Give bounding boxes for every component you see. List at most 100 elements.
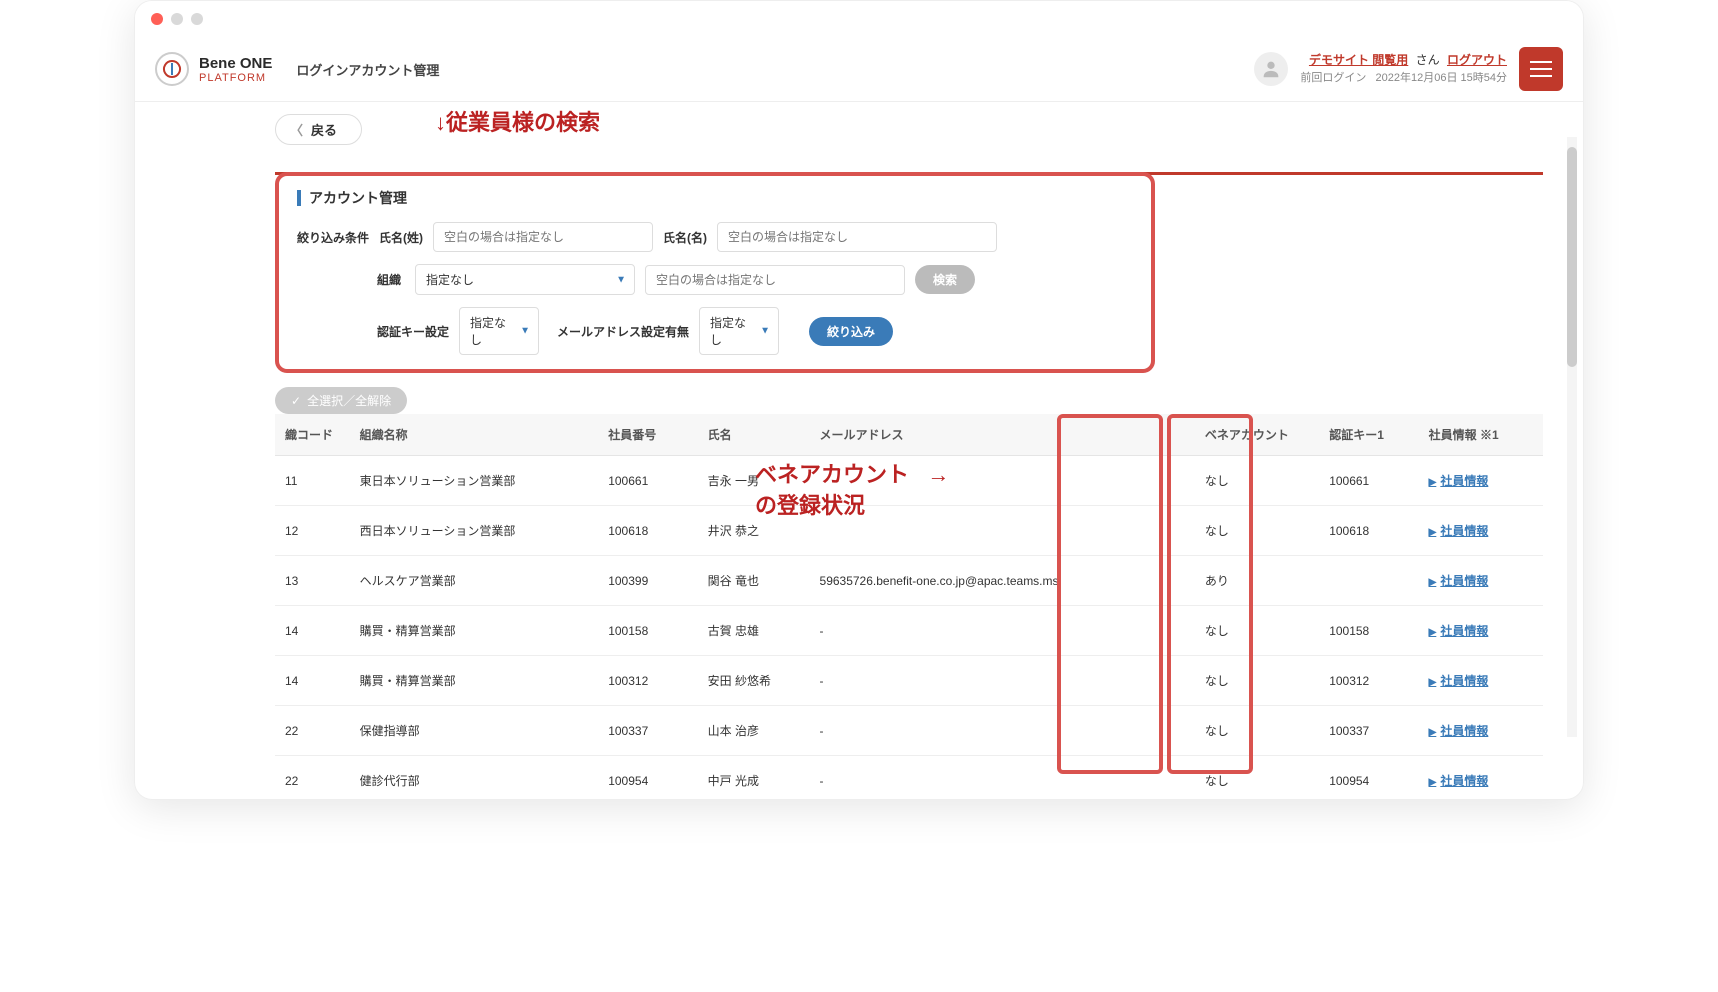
window-min-dot[interactable] [171, 13, 183, 25]
search-button[interactable]: 検索 [915, 265, 975, 294]
title-bar-icon [297, 190, 301, 206]
cell-key: 100158 [1319, 606, 1418, 656]
filter-button[interactable]: 絞り込み [809, 317, 893, 346]
cell-code: 12 [275, 506, 350, 556]
window-max-dot[interactable] [191, 13, 203, 25]
col-name: 氏名 [698, 414, 810, 456]
cell-acct: なし [1195, 706, 1319, 756]
avatar [1254, 52, 1288, 86]
cell-acct: なし [1195, 656, 1319, 706]
cell-name: 吉永 一男 [698, 456, 810, 506]
org-text-input[interactable] [645, 265, 905, 295]
triangle-right-icon: ▶ [1429, 777, 1437, 788]
triangle-right-icon: ▶ [1429, 527, 1437, 538]
annotation-search: ↓従業員様の検索 [435, 108, 600, 139]
table-header-row: 織コード 組織名称 社員番号 氏名 メールアドレス ベネアカウント 認証キー1 … [275, 414, 1543, 456]
employee-info-link[interactable]: ▶社員情報 [1429, 774, 1489, 788]
employee-info-link[interactable]: ▶社員情報 [1429, 574, 1489, 588]
lastname-input[interactable] [433, 222, 653, 252]
window-close-dot[interactable] [151, 13, 163, 25]
caret-down-icon: ▼ [760, 326, 770, 337]
last-login-time: 2022年12月06日 15時54分 [1376, 72, 1507, 84]
cell-mail [810, 456, 1195, 506]
cell-mail: - [810, 656, 1195, 706]
col-acct: ベネアカウント [1195, 414, 1319, 456]
filter-title: アカウント管理 [309, 188, 407, 208]
table-row: 11東日本ソリューション営業部100661吉永 一男なし100661▶社員情報 [275, 456, 1543, 506]
caret-down-icon: ▼ [520, 326, 530, 337]
mail-select[interactable]: 指定なし ▼ [699, 307, 779, 355]
app-header: Bene ONE PLATFORM ログインアカウント管理 デモサイト 閲覧用 … [135, 37, 1583, 102]
filter-panel: アカウント管理 絞り込み条件 氏名(姓) 氏名(名) 組織 指定なし [275, 172, 1155, 373]
cell-mail: - [810, 756, 1195, 800]
cell-emp: 100337 [598, 706, 697, 756]
cell-key: 100312 [1319, 656, 1418, 706]
org-label: 組織 [377, 271, 405, 288]
col-key: 認証キー1 [1319, 414, 1418, 456]
mail-setting-label: メールアドレス設定有無 [557, 323, 689, 340]
triangle-right-icon: ▶ [1429, 627, 1437, 638]
window-titlebar [135, 1, 1583, 37]
authkey-select[interactable]: 指定なし ▼ [459, 307, 539, 355]
back-label: 戻る [311, 120, 337, 139]
org-value: 指定なし [426, 273, 474, 287]
firstname-input[interactable] [717, 222, 997, 252]
caret-down-icon: ▼ [616, 274, 626, 285]
triangle-right-icon: ▶ [1429, 577, 1437, 588]
table-row: 13ヘルスケア営業部100399関谷 竜也59635726.benefit-on… [275, 556, 1543, 606]
lastname-label: 氏名(姓) [379, 229, 423, 246]
cell-emp: 100954 [598, 756, 697, 800]
page-title: ログインアカウント管理 [296, 60, 439, 79]
cell-emp: 100661 [598, 456, 697, 506]
logo-icon [155, 52, 189, 86]
chevron-left-icon: 〈 [290, 120, 303, 139]
cell-mail: - [810, 606, 1195, 656]
employee-info-link[interactable]: ▶社員情報 [1429, 724, 1489, 738]
employee-info-link[interactable]: ▶社員情報 [1429, 524, 1489, 538]
col-org: 組織名称 [350, 414, 599, 456]
col-mail: メールアドレス [810, 414, 1195, 456]
cell-acct: なし [1195, 456, 1319, 506]
cell-code: 14 [275, 606, 350, 656]
brand-name: Bene ONE [199, 55, 272, 72]
cell-code: 14 [275, 656, 350, 706]
col-code: 織コード [275, 414, 350, 456]
cell-org: 東日本ソリューション営業部 [350, 456, 599, 506]
cell-acct: あり [1195, 556, 1319, 606]
cell-key [1319, 556, 1418, 606]
table-row: 22健診代行部100954中戸 光成-なし100954▶社員情報 [275, 756, 1543, 800]
cell-name: 古賀 忠雄 [698, 606, 810, 656]
cell-name: 井沢 恭之 [698, 506, 810, 556]
org-select[interactable]: 指定なし ▼ [415, 264, 635, 295]
cell-key: 100661 [1319, 456, 1418, 506]
employee-info-link[interactable]: ▶社員情報 [1429, 474, 1489, 488]
cell-name: 安田 紗悠希 [698, 656, 810, 706]
logout-link[interactable]: ログアウト [1447, 53, 1507, 67]
cell-code: 11 [275, 456, 350, 506]
cell-mail: 59635726.benefit-one.co.jp@apac.teams.ms [810, 556, 1195, 606]
cell-key: 100954 [1319, 756, 1418, 800]
cell-code: 22 [275, 706, 350, 756]
firstname-label: 氏名(名) [663, 229, 707, 246]
employee-info-link[interactable]: ▶社員情報 [1429, 674, 1489, 688]
cond-label: 絞り込み条件 [297, 229, 369, 246]
cell-emp: 100618 [598, 506, 697, 556]
cell-emp: 100158 [598, 606, 697, 656]
triangle-right-icon: ▶ [1429, 677, 1437, 688]
hamburger-menu-button[interactable] [1519, 47, 1563, 91]
cell-org: 健診代行部 [350, 756, 599, 800]
cell-name: 山本 治彦 [698, 706, 810, 756]
cell-mail [810, 506, 1195, 556]
employee-info-link[interactable]: ▶社員情報 [1429, 624, 1489, 638]
cell-org: 保健指導部 [350, 706, 599, 756]
cell-emp: 100312 [598, 656, 697, 706]
cell-code: 13 [275, 556, 350, 606]
mail-value: 指定なし [710, 316, 746, 347]
select-all-button[interactable]: ✓ 全選択／全解除 [275, 387, 407, 414]
authkey-label: 認証キー設定 [377, 323, 449, 340]
back-button[interactable]: 〈 戻る [275, 114, 362, 145]
accounts-table: 織コード 組織名称 社員番号 氏名 メールアドレス ベネアカウント 認証キー1 … [275, 414, 1543, 799]
check-icon: ✓ [291, 394, 301, 408]
cell-name: 関谷 竜也 [698, 556, 810, 606]
user-name-link[interactable]: デモサイト 閲覧用 [1309, 53, 1408, 67]
